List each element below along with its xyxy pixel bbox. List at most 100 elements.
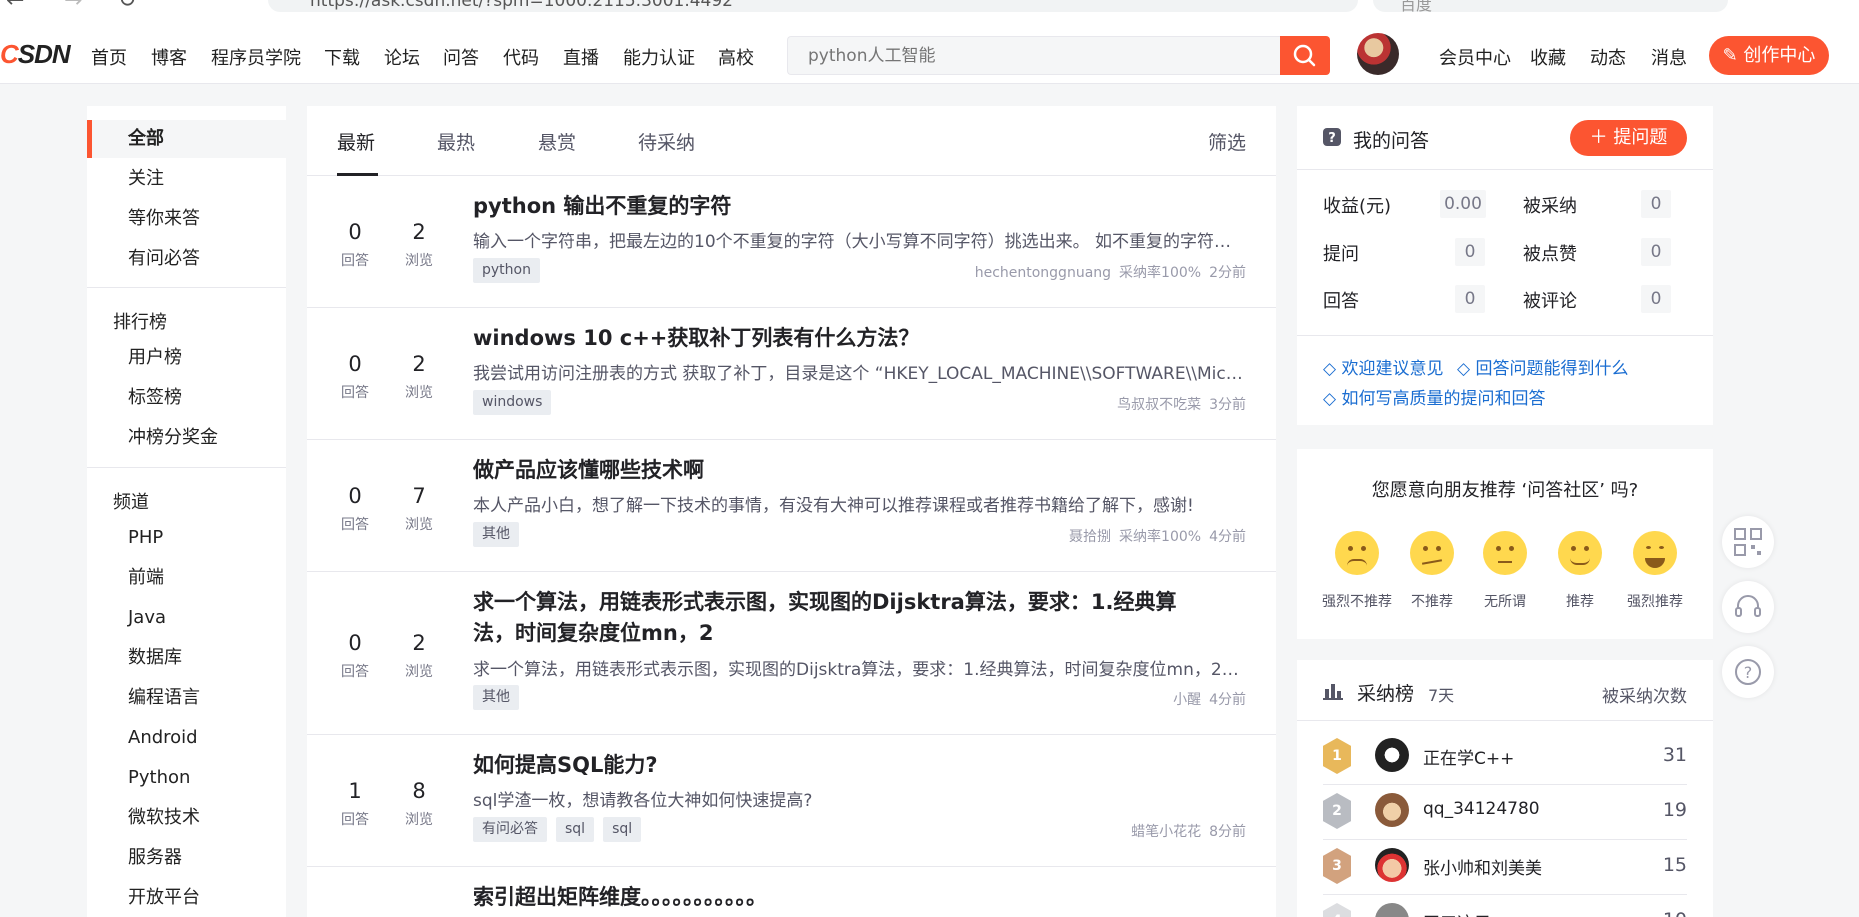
rank-row[interactable]: 2 qq_34124780 19 xyxy=(1323,785,1687,840)
tag[interactable]: 有问必答 xyxy=(473,817,547,842)
rank-row[interactable]: 3 张小帅和刘美美 15 xyxy=(1323,840,1687,895)
question-item[interactable]: 0 回答 2 浏览 求一个算法，用链表形式表示图，实现图的Dijsktra算法，要求… xyxy=(307,572,1276,735)
search-button[interactable] xyxy=(1280,36,1330,75)
member-center-link[interactable]: 会员中心 xyxy=(1439,44,1511,70)
angry-face-icon[interactable] xyxy=(1335,531,1379,575)
option-strong-yes[interactable]: 强烈推荐 xyxy=(1605,591,1705,611)
sidebar-item-php[interactable]: PHP xyxy=(87,519,286,557)
question-title[interactable]: 索引超出矩阵维度。。。。。。。。。。。 xyxy=(473,882,1233,913)
rank-period[interactable]: 7天 xyxy=(1428,682,1454,706)
sidebar-item-python[interactable]: Python xyxy=(87,759,286,797)
question-title[interactable]: windows 10 c++获取补丁列表有什么方法？ xyxy=(473,323,1233,354)
tab-latest[interactable]: 最新 xyxy=(337,128,375,155)
nav-home[interactable]: 首页 xyxy=(91,44,127,70)
avatar[interactable] xyxy=(1375,848,1409,882)
forward-icon[interactable]: → xyxy=(64,0,82,12)
laugh-face-icon[interactable] xyxy=(1633,531,1677,575)
smile-face-icon[interactable] xyxy=(1558,531,1602,575)
gold-medal-icon: 1 xyxy=(1323,738,1351,774)
tab-bounty[interactable]: 悬赏 xyxy=(538,128,576,155)
question-title[interactable]: 做产品应该懂哪些技术啊 xyxy=(473,455,1233,486)
messages-link[interactable]: 消息 xyxy=(1651,44,1687,70)
nav-blog[interactable]: 博客 xyxy=(151,44,187,70)
avatar[interactable] xyxy=(1375,793,1409,827)
sidebar-item-waiting[interactable]: 等你来答 xyxy=(87,200,286,238)
activity-link[interactable]: 动态 xyxy=(1590,44,1626,70)
sidebar-item-open-platform[interactable]: 开放平台 xyxy=(87,879,286,917)
question-item[interactable]: 0 回答 2 浏览 python 输出不重复的字符 输入一个字符串，把最左边的10个… xyxy=(307,176,1276,308)
author-name[interactable]: 聂拾捌 xyxy=(1069,529,1111,545)
author-name[interactable]: hechentonggnuang xyxy=(975,265,1111,281)
sidebar-item-java[interactable]: Java xyxy=(87,599,286,637)
tag[interactable]: 其他 xyxy=(473,522,519,547)
qr-code-button[interactable] xyxy=(1722,516,1774,568)
sidebar-item-following[interactable]: 关注 xyxy=(87,160,286,198)
sidebar-item-server[interactable]: 服务器 xyxy=(87,839,286,877)
answer-count-label: 回答 xyxy=(341,385,369,401)
help-button[interactable]: ? xyxy=(1722,646,1774,698)
rank-user-name[interactable]: qq_34124780 xyxy=(1423,799,1540,819)
csdn-logo[interactable]: CSDN xyxy=(0,39,71,70)
nav-code[interactable]: 代码 xyxy=(503,44,539,70)
author-name[interactable]: 小醒 xyxy=(1173,692,1201,708)
sidebar-item-all[interactable]: 全部 xyxy=(87,120,286,158)
tag[interactable]: sql xyxy=(556,817,595,842)
nav-academy[interactable]: 程序员学院 xyxy=(211,44,301,70)
reload-icon[interactable]: ↻ xyxy=(118,0,136,12)
confused-face-icon[interactable] xyxy=(1410,531,1454,575)
author-name[interactable]: 鸟叔叔不吃菜 xyxy=(1117,397,1201,413)
nav-download[interactable]: 下载 xyxy=(324,44,360,70)
guide-link[interactable]: ◇ 如何写高质量的提问和回答 xyxy=(1323,384,1545,409)
ask-question-button[interactable]: ＋ 提问题 xyxy=(1570,120,1687,156)
back-icon[interactable]: ← xyxy=(6,0,24,12)
question-desc: 输入一个字符串，把最左边的10个不重复的字符（大小写算不同字符）挑选出来。 如不… xyxy=(473,232,1243,252)
sidebar-item-bounty[interactable]: 冲榜分奖金 xyxy=(87,419,286,457)
user-avatar[interactable] xyxy=(1357,33,1399,75)
sidebar-item-must-answer[interactable]: 有问必答 xyxy=(87,240,286,278)
filter-button[interactable]: 筛选 xyxy=(1208,128,1246,155)
neutral-face-icon[interactable] xyxy=(1483,531,1527,575)
rank-row[interactable]: 4 王三这子 10 xyxy=(1323,895,1687,917)
rank-user-name[interactable]: 张小帅和刘美美 xyxy=(1423,854,1542,879)
nav-cert[interactable]: 能力认证 xyxy=(623,44,695,70)
customer-service-button[interactable] xyxy=(1722,581,1774,633)
sidebar-item-frontend[interactable]: 前端 xyxy=(87,559,286,597)
question-item[interactable]: 0 回答 2 浏览 windows 10 c++获取补丁列表有什么方法？ 我尝试用访… xyxy=(307,308,1276,440)
sidebar-item-android[interactable]: Android xyxy=(87,719,286,757)
favorites-link[interactable]: 收藏 xyxy=(1530,44,1566,70)
question-item[interactable]: 0 回答 7 浏览 做产品应该懂哪些技术啊 本人产品小白，想了解一下技术的事情，有没… xyxy=(307,440,1276,572)
nav-university[interactable]: 高校 xyxy=(718,44,754,70)
tag[interactable]: 其他 xyxy=(473,685,519,710)
feedback-link[interactable]: ◇ 欢迎建议意见 xyxy=(1323,354,1443,379)
sidebar-item-microsoft[interactable]: 微软技术 xyxy=(87,799,286,837)
tag[interactable]: windows xyxy=(473,390,552,415)
author-name[interactable]: 蜡笔小花花 xyxy=(1131,824,1201,840)
rank-user-name[interactable]: 王三这子 xyxy=(1423,909,1491,917)
nav-forum[interactable]: 论坛 xyxy=(384,44,420,70)
tab-pending[interactable]: 待采纳 xyxy=(638,128,695,155)
search-input[interactable] xyxy=(788,37,1281,74)
rank-user-name[interactable]: 正在学C++ xyxy=(1423,744,1514,769)
create-center-button[interactable]: ✎ 创作中心 xyxy=(1709,36,1829,75)
sidebar-item-tag-rank[interactable]: 标签榜 xyxy=(87,379,286,417)
avatar[interactable] xyxy=(1375,903,1409,917)
question-title[interactable]: 如何提高SQL能力? xyxy=(473,750,1233,781)
sidebar-item-database[interactable]: 数据库 xyxy=(87,639,286,677)
question-item[interactable]: 索引超出矩阵维度。。。。。。。。。。。 xyxy=(307,867,1276,917)
tag[interactable]: sql xyxy=(603,817,642,842)
tab-hot[interactable]: 最热 xyxy=(437,128,475,155)
rewards-link[interactable]: ◇ 回答问题能得到什么 xyxy=(1457,354,1628,379)
post-time: 8分前 xyxy=(1209,824,1246,840)
sidebar-item-languages[interactable]: 编程语言 xyxy=(87,679,286,717)
question-item[interactable]: 1 回答 8 浏览 如何提高SQL能力? sql学渣一枚，想请教各位大神如何快速提高… xyxy=(307,735,1276,867)
address-bar-url[interactable]: https://ask.csdn.net/?spm=1000.2115.3001… xyxy=(310,0,733,11)
nav-live[interactable]: 直播 xyxy=(563,44,599,70)
rank-row[interactable]: 1 正在学C++ 31 xyxy=(1323,730,1687,785)
question-title[interactable]: 求一个算法，用链表形式表示图，实现图的Dijsktra算法，要求：1.经典算法，… xyxy=(473,587,1213,649)
sidebar-item-user-rank[interactable]: 用户榜 xyxy=(87,339,286,377)
avatar[interactable] xyxy=(1375,738,1409,772)
tag[interactable]: python xyxy=(473,258,540,283)
nav-ask[interactable]: 问答 xyxy=(443,44,479,70)
sidebar-channel-heading: 频道 xyxy=(113,492,149,513)
question-title[interactable]: python 输出不重复的字符 xyxy=(473,191,1233,222)
